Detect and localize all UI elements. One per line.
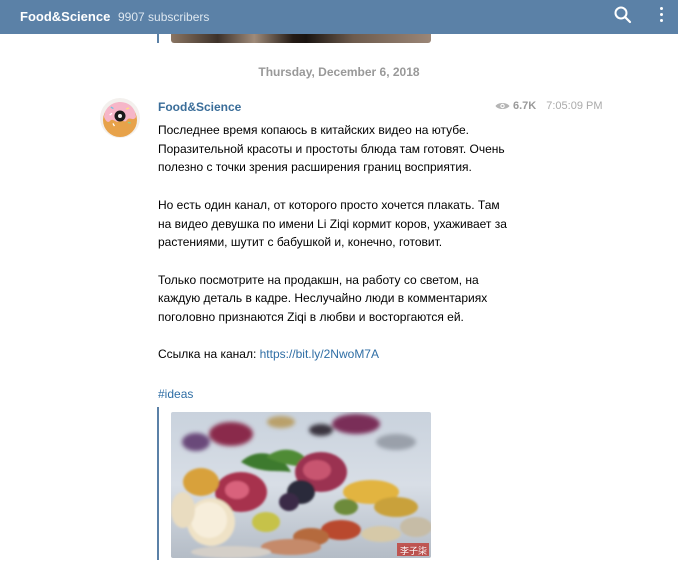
message-time: 7:05:09 PM xyxy=(546,100,603,112)
paragraph: Только посмотрите на продакшн, на работу… xyxy=(158,272,488,324)
scrollbar[interactable] xyxy=(671,34,678,569)
embed-accent-bar xyxy=(157,407,159,560)
subscriber-count: 9907 subscribers xyxy=(118,10,210,24)
view-count: 6.7K xyxy=(513,100,537,112)
more-vertical-icon[interactable] xyxy=(657,4,665,30)
message-meta: 6.7K 7:05:09 PM xyxy=(495,100,603,112)
hashtag-ideas[interactable]: #ideas xyxy=(158,387,193,401)
previous-embed-bar xyxy=(157,34,159,43)
link-paragraph: Ссылка на канал: https://bit.ly/2NwoM7A xyxy=(158,345,558,364)
date-separator: Thursday, December 6, 2018 xyxy=(258,65,420,79)
paragraph: Но есть один канал, от которого просто х… xyxy=(158,197,507,250)
donut-icon xyxy=(100,98,140,138)
channel-link[interactable]: https://bit.ly/2NwoM7A xyxy=(260,347,379,361)
search-icon[interactable] xyxy=(613,5,633,25)
photo-watermark: 李子柒 xyxy=(400,546,428,556)
chat-header: Food&Science 9907 subscribers xyxy=(0,0,678,34)
channel-title[interactable]: Food&Science xyxy=(20,9,110,24)
message-photo[interactable] xyxy=(171,412,431,558)
link-prefix: Ссылка на канал: xyxy=(158,347,260,362)
message-author[interactable]: Food&Science xyxy=(158,100,241,114)
paragraph: Последнее время копаюсь в китайских виде… xyxy=(158,123,505,175)
channel-avatar[interactable] xyxy=(100,98,140,138)
eye-icon xyxy=(495,103,510,109)
previous-message-photo[interactable] xyxy=(171,34,431,43)
message-text: Последнее время копаюсь в китайских виде… xyxy=(158,121,558,383)
